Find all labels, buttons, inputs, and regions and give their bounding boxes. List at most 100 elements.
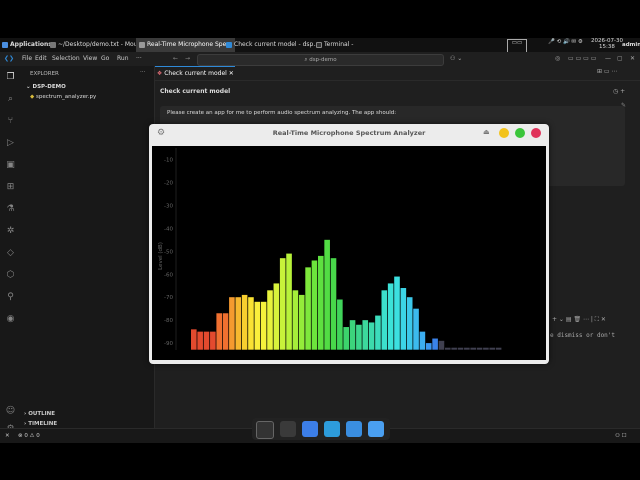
command-center[interactable]: ⌕ dsp-demo <box>197 54 444 66</box>
explorer-sidebar: EXPLORER ··· ⌄ DSP-DEMO ◆ spectrum_analy… <box>22 66 155 428</box>
file-item[interactable]: ◆ spectrum_analyzer.py <box>30 94 96 100</box>
user-menu[interactable]: admin <box>622 39 640 51</box>
folder-icon[interactable] <box>368 421 384 437</box>
applications-menu[interactable]: Applications <box>2 38 52 52</box>
minimize-icon[interactable]: — <box>605 52 611 66</box>
spectrum-bar <box>349 320 356 350</box>
back-arrow-icon[interactable]: ← <box>173 52 178 66</box>
taskbar-item-label: ~/Desktop/demo.txt - Mou... <box>58 41 144 48</box>
spectrum-bar <box>254 301 261 350</box>
more-actions-icon[interactable]: ··· <box>140 69 145 75</box>
spectrum-bar <box>292 290 299 350</box>
editor-actions-icons[interactable]: ⊞ ▭ ⋯ <box>597 68 618 75</box>
outline-section[interactable]: › OUTLINE <box>24 411 55 417</box>
keep-above-icon[interactable]: ⏏ <box>483 128 490 136</box>
extensions-icon[interactable]: ⊞ <box>5 182 16 193</box>
folder-header[interactable]: ⌄ DSP-DEMO <box>26 84 66 90</box>
applications-label: Applications <box>10 41 52 48</box>
search-app-icon[interactable] <box>346 421 362 437</box>
problems-count[interactable]: ⊗ 0 ⚠ 0 <box>18 429 40 443</box>
taskbar-item-vscode[interactable]: Check current model - dsp... <box>226 38 319 52</box>
close-button[interactable] <box>531 128 541 138</box>
spectrum-bar <box>419 331 426 350</box>
show-desktop-icon[interactable] <box>256 421 274 439</box>
docker-icon[interactable]: ◉ <box>5 314 16 325</box>
menu-run[interactable]: Run <box>117 52 129 66</box>
workspace-switcher[interactable]: ▭▭ <box>507 39 527 53</box>
spectrum-bar <box>406 297 413 350</box>
system-tray-icons[interactable]: 🎤 ⟲ 🔊 ✉ ⚙ <box>548 39 583 51</box>
python-icon[interactable]: ⚲ <box>5 292 16 303</box>
edit-icon[interactable]: ✎ <box>621 102 626 109</box>
menu-selection[interactable]: Selection <box>52 52 80 66</box>
menu-file[interactable]: File <box>22 52 32 66</box>
spectrum-bar <box>483 347 489 350</box>
clock[interactable]: 2026-07-30 15:38 <box>591 38 623 50</box>
taskbar-item-mousepad[interactable]: ~/Desktop/demo.txt - Mou... <box>50 38 143 52</box>
spectrum-bar <box>273 283 280 350</box>
spectrum-bar <box>305 267 311 350</box>
spectrum-bar <box>337 299 343 350</box>
minimize-button[interactable] <box>499 128 509 138</box>
y-tick-label: -20 <box>164 180 173 186</box>
account-icon[interactable]: ◎ <box>555 52 560 66</box>
layout-toggle-icons[interactable]: ▭ ▭ ▭ ▭ <box>568 52 596 66</box>
testing-icon[interactable]: ⚗ <box>5 204 16 215</box>
spectrum-bar <box>368 322 375 350</box>
spectrum-bar <box>229 297 235 350</box>
search-icon[interactable]: ⌕ <box>5 94 16 105</box>
copilot-icon[interactable]: ⚇ ⌄ <box>450 52 462 66</box>
spectrum-bar <box>362 320 369 350</box>
spectrum-bar <box>210 331 216 350</box>
remote-explorer-icon[interactable]: ▣ <box>5 160 16 171</box>
timeline-section[interactable]: › TIMELINE <box>24 421 57 427</box>
spectrum-bar <box>311 260 318 350</box>
spectrum-bar <box>279 258 286 350</box>
spectrum-bar <box>387 283 394 350</box>
spectrum-bar <box>457 347 464 350</box>
chat-icon: ❖ <box>156 70 163 77</box>
close-tab-icon[interactable]: ✕ <box>229 70 234 77</box>
python-file-icon: ◆ <box>30 94 35 100</box>
menu-go[interactable]: Go <box>101 52 109 66</box>
source-control-icon[interactable]: ⑂ <box>5 116 16 127</box>
taskbar-item-spectrum[interactable]: Real-Time Microphone Spe... <box>136 38 236 52</box>
spectrum-chart: -10 -20 -30 -40 -50 -60 -70 -80 -90 Level (dB) <box>158 148 502 350</box>
tab-check-current-model[interactable]: ❖ Check current model ✕ <box>155 66 235 81</box>
taskbar-item-terminal[interactable]: Terminal - <box>316 38 353 52</box>
text-editor-icon <box>50 41 56 48</box>
system-taskbar: Applications ~/Desktop/demo.txt - Mou...… <box>0 38 640 53</box>
spectrum-bar <box>203 331 210 350</box>
history-icon[interactable]: ◷ + <box>613 88 625 95</box>
database-icon[interactable]: ⬡ <box>5 270 16 281</box>
spectrum-bar <box>413 308 419 350</box>
vscode-logo-icon: ❮❯ <box>4 55 15 62</box>
run-debug-icon[interactable]: ▷ <box>5 138 16 149</box>
command-center-label: dsp-demo <box>309 57 337 63</box>
y-tick-label: -10 <box>164 157 173 163</box>
maximize-icon[interactable]: ▢ <box>617 52 623 66</box>
account-icon[interactable]: ☺ <box>5 406 16 417</box>
taskbar-item-label: Check current model - dsp... <box>234 41 320 48</box>
tag-icon[interactable]: ◇ <box>5 248 16 259</box>
spectrum-bar <box>267 290 273 350</box>
menu-edit[interactable]: Edit <box>35 52 47 66</box>
panel-actions-icons[interactable]: + ⌄ ▤ 🗑 ⋯ | ⛶ ✕ <box>552 316 606 324</box>
spectrum-bar <box>248 297 254 350</box>
spectrum-bar <box>476 347 483 350</box>
maximize-button[interactable] <box>515 128 525 138</box>
close-icon[interactable]: ✕ <box>630 52 635 66</box>
file-manager-icon[interactable] <box>302 421 318 437</box>
menu-more[interactable]: ··· <box>136 52 142 66</box>
terminal-icon[interactable] <box>280 421 296 437</box>
remote-icon[interactable]: ✕ <box>5 429 10 443</box>
feedback-icon[interactable]: ⚇ ☐ <box>615 429 627 443</box>
spectrum-bar <box>375 315 381 350</box>
settings-sync-icon[interactable]: ✲ <box>5 226 16 237</box>
menu-view[interactable]: View <box>83 52 97 66</box>
spectrum-bar <box>318 255 324 350</box>
explorer-icon[interactable]: ❐ <box>5 72 16 83</box>
browser-icon[interactable] <box>324 421 340 437</box>
forward-arrow-icon[interactable]: → <box>185 52 190 66</box>
vscode-icon <box>226 41 232 48</box>
